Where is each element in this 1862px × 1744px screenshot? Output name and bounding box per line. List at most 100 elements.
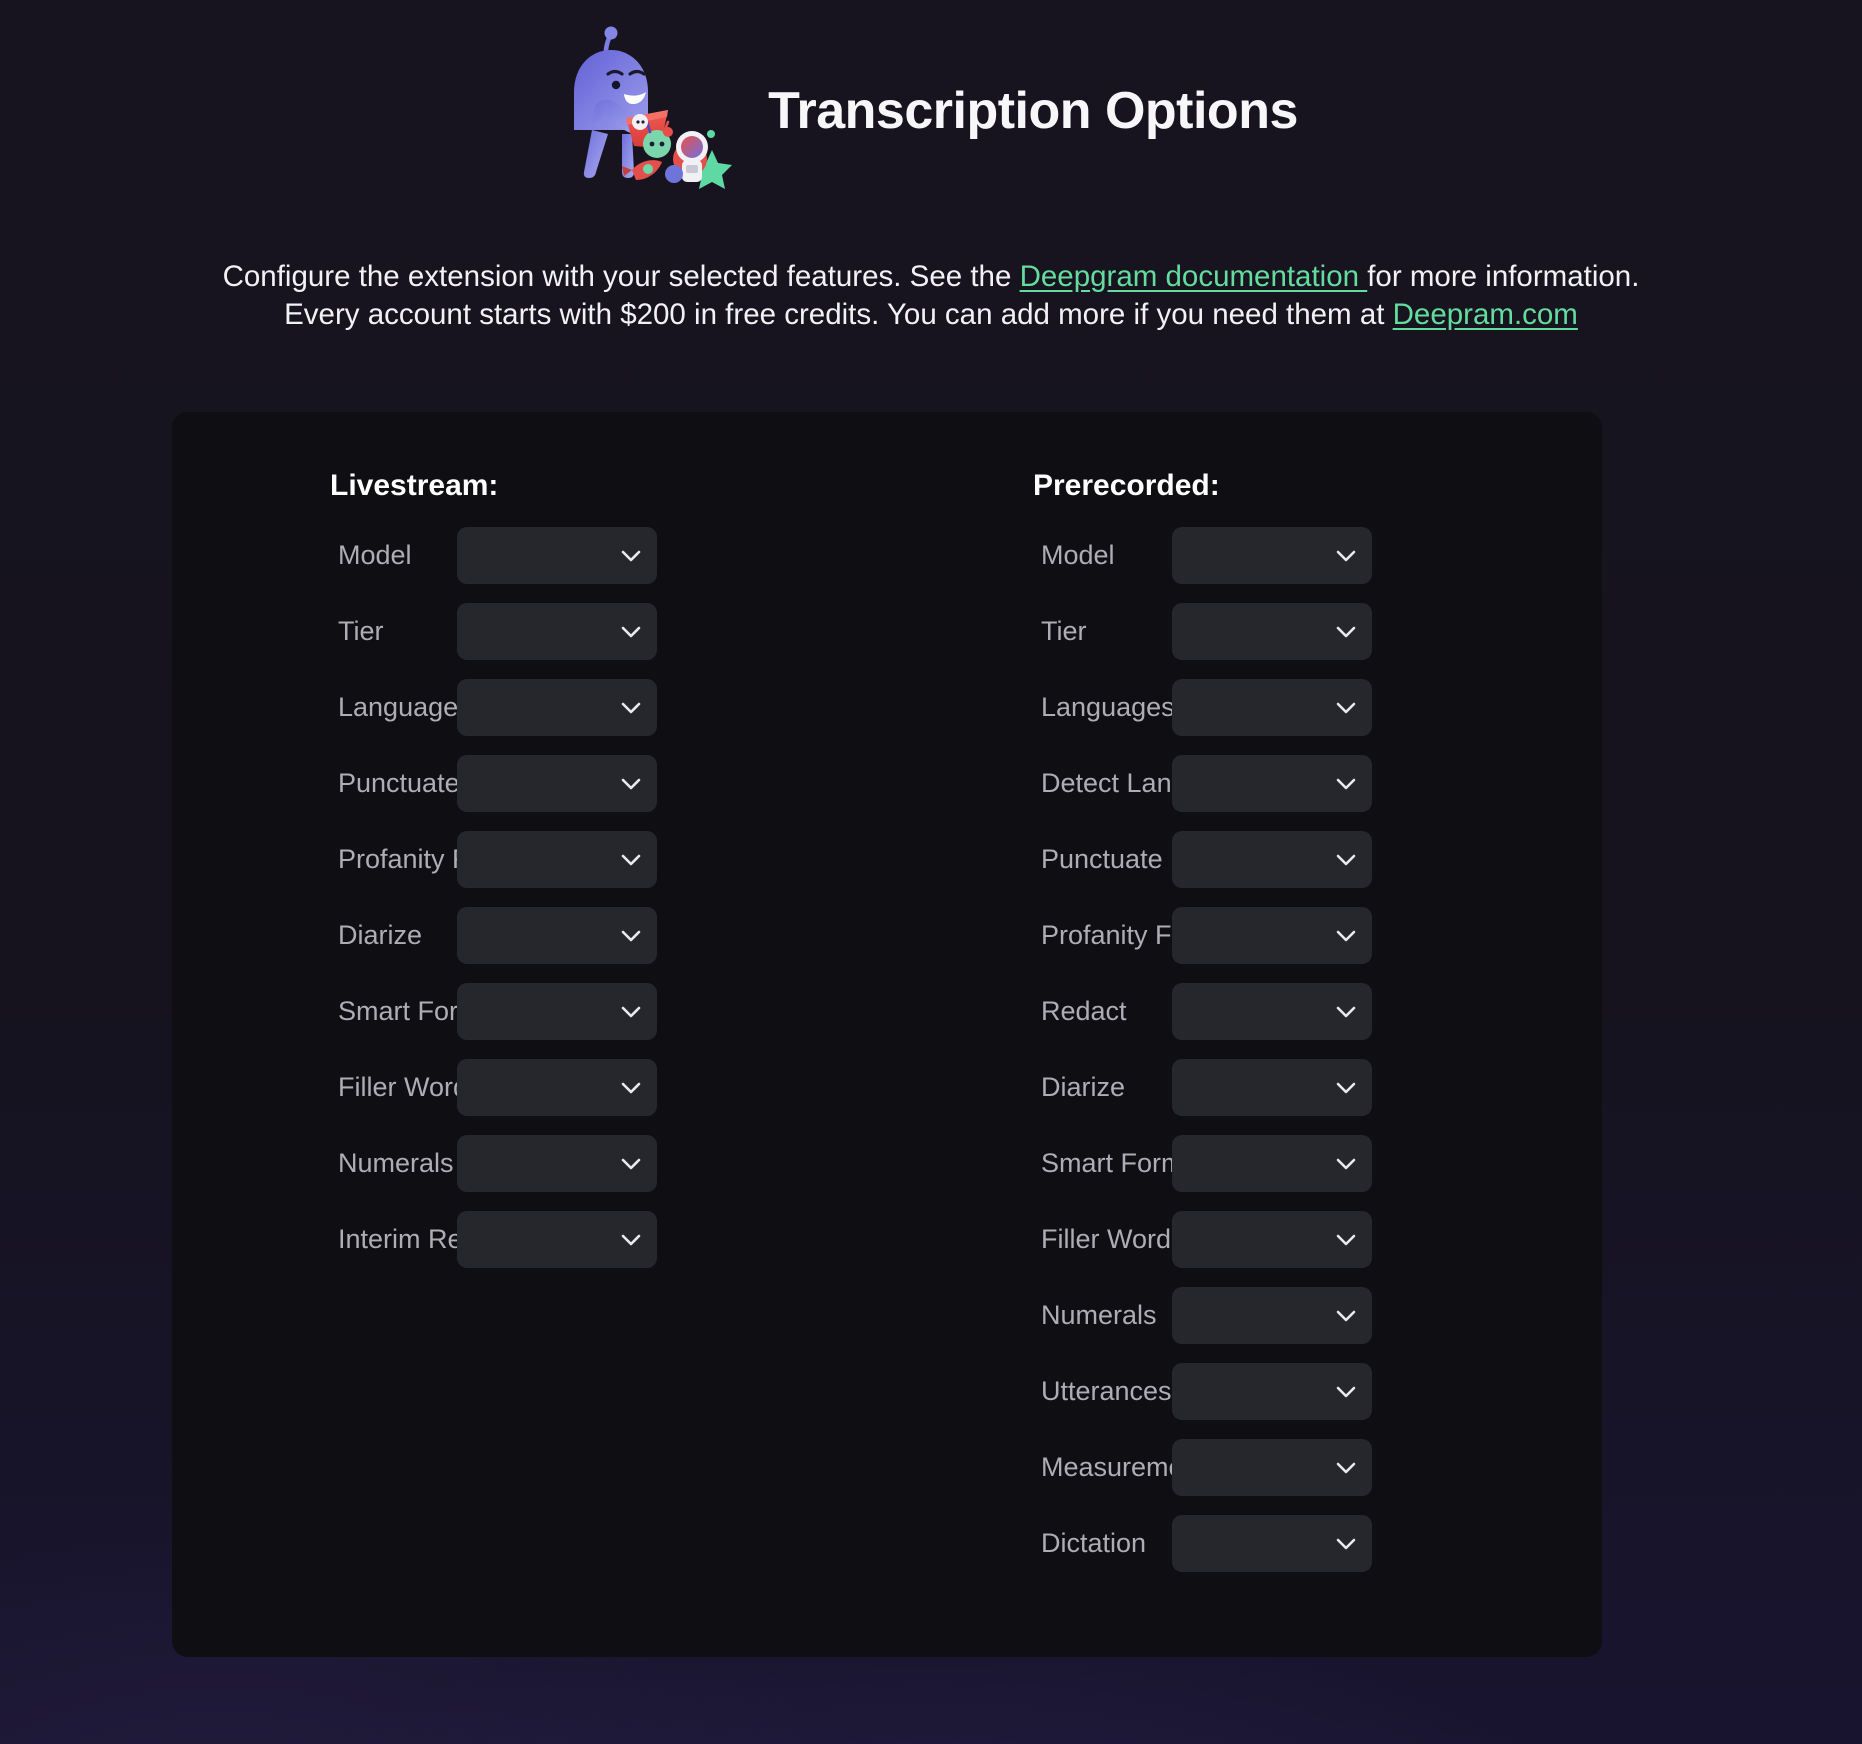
prerecorded-option-list: Model Tier Languages Detect Language Punctua… bbox=[887, 527, 1602, 1572]
chevron-down-icon bbox=[621, 702, 641, 714]
chevron-down-icon bbox=[1336, 1082, 1356, 1094]
description-line2-pre: Every account starts with $200 in free c… bbox=[284, 298, 1393, 331]
option-label: Redact bbox=[1041, 996, 1127, 1026]
option-label: Utterances bbox=[1041, 1376, 1172, 1406]
option-select[interactable] bbox=[1172, 1363, 1372, 1420]
option-row: Smart Format bbox=[887, 1135, 1602, 1192]
option-select[interactable] bbox=[457, 1059, 657, 1116]
option-select[interactable] bbox=[1172, 679, 1372, 736]
deepgram-documentation-link[interactable]: Deepgram documentation bbox=[1020, 260, 1368, 293]
option-row: Filler Words bbox=[172, 1059, 887, 1116]
option-row: Profanity Filter bbox=[172, 831, 887, 888]
option-select[interactable] bbox=[457, 679, 657, 736]
option-row: Tier bbox=[887, 603, 1602, 660]
chevron-down-icon bbox=[1336, 702, 1356, 714]
description-line1-pre: Configure the extension with your select… bbox=[222, 260, 1020, 293]
option-label: Dictation bbox=[1041, 1528, 1147, 1558]
chevron-down-icon bbox=[1336, 1310, 1356, 1322]
chevron-down-icon bbox=[621, 626, 641, 638]
chevron-down-icon bbox=[1336, 1006, 1356, 1018]
option-label: Filler Words bbox=[338, 1072, 482, 1102]
options-panel: Livestream: Model Tier Languages Punctuate P… bbox=[172, 412, 1602, 1657]
option-label: Punctuate bbox=[1041, 844, 1163, 874]
option-row: Dictation bbox=[887, 1515, 1602, 1572]
option-row: Filler Words bbox=[887, 1211, 1602, 1268]
page-header: Transcription Options bbox=[0, 22, 1862, 200]
option-select[interactable] bbox=[457, 603, 657, 660]
option-select[interactable] bbox=[1172, 1439, 1372, 1496]
chevron-down-icon bbox=[621, 550, 641, 562]
option-row: Diarize bbox=[172, 907, 887, 964]
livestream-heading: Livestream: bbox=[330, 469, 499, 502]
option-select[interactable] bbox=[1172, 983, 1372, 1040]
option-row: Punctuate bbox=[887, 831, 1602, 888]
option-select[interactable] bbox=[1172, 1135, 1372, 1192]
chevron-down-icon bbox=[1336, 930, 1356, 942]
chevron-down-icon bbox=[621, 854, 641, 866]
option-row: Punctuate bbox=[172, 755, 887, 812]
option-label: Languages bbox=[338, 692, 472, 722]
option-select[interactable] bbox=[1172, 527, 1372, 584]
option-row: Smart Format bbox=[172, 983, 887, 1040]
option-row: Model bbox=[172, 527, 887, 584]
option-row: Diarize bbox=[887, 1059, 1602, 1116]
option-label: Diarize bbox=[338, 920, 423, 950]
option-row: Profanity Filter bbox=[887, 907, 1602, 964]
option-label: Tier bbox=[1041, 616, 1087, 646]
option-select[interactable] bbox=[457, 527, 657, 584]
option-row: Interim Results bbox=[172, 1211, 887, 1268]
chevron-down-icon bbox=[621, 1158, 641, 1170]
page-background: Transcription Options Configure the exte… bbox=[0, 0, 1862, 1744]
option-select[interactable] bbox=[1172, 1287, 1372, 1344]
chevron-down-icon bbox=[1336, 550, 1356, 562]
chevron-down-icon bbox=[621, 1006, 641, 1018]
deepgram-site-link[interactable]: Deepram.com bbox=[1393, 298, 1578, 331]
option-select[interactable] bbox=[457, 983, 657, 1040]
option-label: Profanity Filter bbox=[338, 844, 513, 874]
option-label: Smart Format bbox=[1041, 1148, 1207, 1178]
option-select[interactable] bbox=[1172, 831, 1372, 888]
option-select[interactable] bbox=[457, 831, 657, 888]
option-select[interactable] bbox=[1172, 1211, 1372, 1268]
chevron-down-icon bbox=[621, 1082, 641, 1094]
option-label: Detect Language bbox=[1041, 768, 1247, 798]
description-line1-post: for more information. bbox=[1367, 260, 1640, 293]
option-select[interactable] bbox=[1172, 603, 1372, 660]
option-select[interactable] bbox=[1172, 1059, 1372, 1116]
description-text: Configure the extension with your select… bbox=[111, 258, 1751, 334]
option-row: Numerals bbox=[887, 1287, 1602, 1344]
chevron-down-icon bbox=[1336, 1158, 1356, 1170]
option-select[interactable] bbox=[457, 1211, 657, 1268]
options-columns: Livestream: Model Tier Languages Punctuate P… bbox=[172, 412, 1602, 1591]
prerecorded-heading: Prerecorded: bbox=[1033, 469, 1220, 502]
option-select[interactable] bbox=[1172, 907, 1372, 964]
deepgram-robot-mascot-icon bbox=[564, 22, 746, 200]
option-label: Punctuate bbox=[338, 768, 460, 798]
livestream-option-list: Model Tier Languages Punctuate Profanity Fil… bbox=[172, 527, 887, 1268]
option-row: Tier bbox=[172, 603, 887, 660]
option-row: Numerals bbox=[172, 1135, 887, 1192]
option-row: Measurements bbox=[887, 1439, 1602, 1496]
option-select[interactable] bbox=[457, 1135, 657, 1192]
option-row: Utterances bbox=[887, 1363, 1602, 1420]
chevron-down-icon bbox=[1336, 1462, 1356, 1474]
option-row: Detect Language bbox=[887, 755, 1602, 812]
option-label: Numerals bbox=[1041, 1300, 1157, 1330]
option-label: Profanity Filter bbox=[1041, 920, 1216, 950]
option-label: Model bbox=[338, 540, 412, 570]
option-row: Redact bbox=[887, 983, 1602, 1040]
option-select[interactable] bbox=[1172, 1515, 1372, 1572]
option-select[interactable] bbox=[1172, 755, 1372, 812]
option-label: Measurements bbox=[1041, 1452, 1220, 1482]
option-select[interactable] bbox=[457, 755, 657, 812]
chevron-down-icon bbox=[621, 778, 641, 790]
prerecorded-column: Prerecorded: Model Tier Languages Detect La… bbox=[887, 469, 1602, 1591]
chevron-down-icon bbox=[1336, 1538, 1356, 1550]
option-select[interactable] bbox=[457, 907, 657, 964]
option-label: Numerals bbox=[338, 1148, 454, 1178]
option-label: Tier bbox=[338, 616, 384, 646]
option-label: Smart Format bbox=[338, 996, 504, 1026]
page-title: Transcription Options bbox=[768, 82, 1298, 140]
chevron-down-icon bbox=[621, 1234, 641, 1246]
option-label: Model bbox=[1041, 540, 1115, 570]
